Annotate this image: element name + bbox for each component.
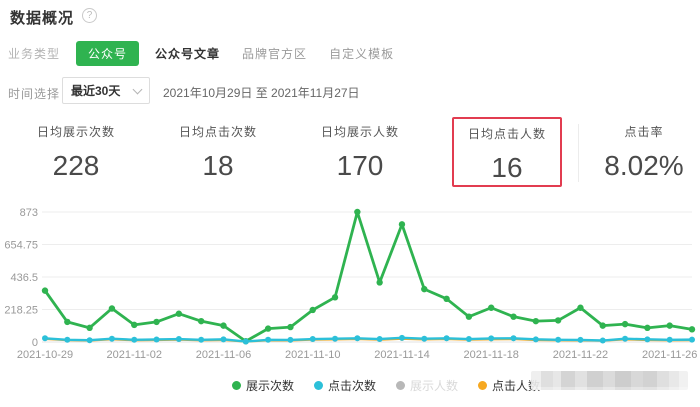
- metric-avg-impression-users[interactable]: 日均展示人数 170: [304, 117, 416, 187]
- tab-official-account-articles[interactable]: 公众号文章: [155, 45, 220, 62]
- page-title: 数据概况: [10, 7, 74, 28]
- metric-value: 18: [162, 150, 274, 182]
- metric-avg-impressions[interactable]: 日均展示次数 228: [20, 117, 132, 187]
- metric-value: 8.02%: [592, 150, 696, 182]
- svg-text:2021-11-02: 2021-11-02: [107, 349, 162, 361]
- chart-legend: 展示次数 点击次数 展示人数 点击人数: [0, 377, 540, 394]
- tab-official-account[interactable]: 公众号: [76, 41, 139, 66]
- svg-text:654.75: 654.75: [4, 240, 38, 252]
- tab-brand-zone[interactable]: 品牌官方区: [242, 45, 307, 62]
- svg-text:873: 873: [20, 207, 38, 219]
- metric-label: 日均展示人数: [304, 123, 416, 140]
- tab-bar: 业务类型 公众号 公众号文章 品牌官方区 自定义模板: [8, 41, 416, 66]
- legend-item-impression-users[interactable]: 展示人数: [396, 377, 458, 394]
- tab-row-label: 业务类型: [8, 45, 60, 62]
- redacted-watermark: [531, 371, 688, 390]
- svg-text:2021-11-22: 2021-11-22: [553, 349, 608, 361]
- metric-click-rate[interactable]: 点击率 8.02%: [592, 117, 696, 187]
- time-filter-label: 时间选择: [8, 85, 60, 102]
- svg-text:2021-11-14: 2021-11-14: [374, 349, 429, 361]
- metric-avg-clicks[interactable]: 日均点击次数 18: [162, 117, 274, 187]
- legend-label: 点击次数: [328, 377, 376, 394]
- metric-avg-click-users-highlighted[interactable]: 日均点击人数 16: [452, 117, 562, 187]
- help-icon[interactable]: ?: [82, 8, 97, 23]
- legend-item-impressions[interactable]: 展示次数: [232, 377, 294, 394]
- metric-label: 日均点击人数: [454, 125, 560, 142]
- legend-label: 展示次数: [246, 377, 294, 394]
- chevron-down-icon: [133, 84, 143, 94]
- time-range-selected-value: 最近30天: [71, 82, 120, 99]
- tab-custom-template[interactable]: 自定义模板: [329, 45, 394, 62]
- metric-value: 170: [304, 150, 416, 182]
- legend-dot-icon: [314, 381, 323, 390]
- legend-label: 展示人数: [410, 377, 458, 394]
- legend-dot-icon: [232, 381, 241, 390]
- svg-text:436.5: 436.5: [10, 272, 38, 284]
- metric-value: 228: [20, 150, 132, 182]
- svg-text:2021-10-29: 2021-10-29: [17, 349, 73, 361]
- svg-text:2021-11-26: 2021-11-26: [642, 349, 697, 361]
- svg-text:2021-11-18: 2021-11-18: [463, 349, 518, 361]
- metric-label: 点击率: [592, 123, 696, 140]
- svg-text:218.25: 218.25: [4, 305, 38, 317]
- metric-divider: [578, 124, 579, 182]
- time-range-select[interactable]: 最近30天: [62, 77, 150, 104]
- svg-text:2021-11-10: 2021-11-10: [285, 349, 340, 361]
- date-range-text: 2021年10月29日 至 2021年11月27日: [163, 84, 360, 101]
- metric-label: 日均点击次数: [162, 123, 274, 140]
- svg-text:2021-11-06: 2021-11-06: [196, 349, 251, 361]
- metric-value: 16: [454, 152, 560, 184]
- metric-label: 日均展示次数: [20, 123, 132, 140]
- legend-dot-icon: [478, 381, 487, 390]
- legend-dot-icon: [396, 381, 405, 390]
- legend-item-clicks[interactable]: 点击次数: [314, 377, 376, 394]
- svg-text:0: 0: [32, 337, 38, 349]
